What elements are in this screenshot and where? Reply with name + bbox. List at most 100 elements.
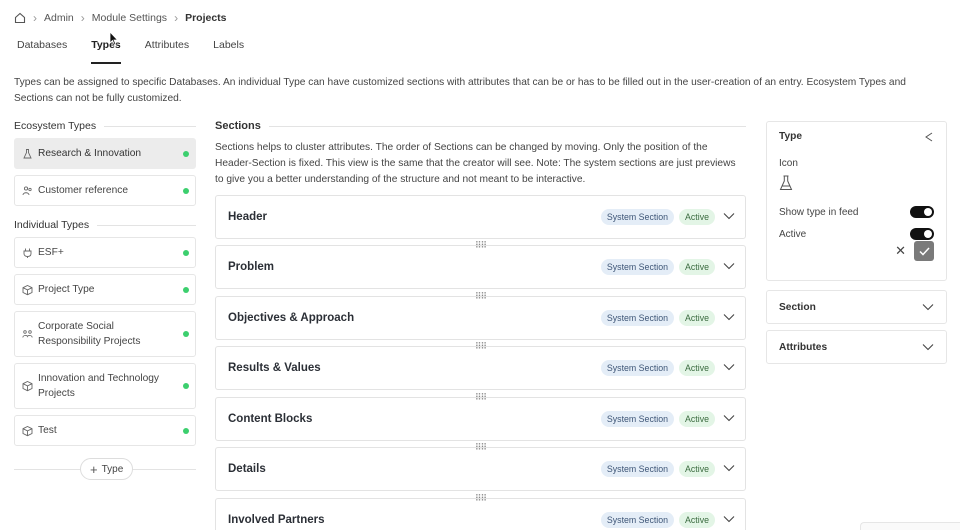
drag-handle-icon[interactable]: ⠿⠿ [475,443,487,452]
status-dot [183,286,189,293]
individual-types-header: Individual Types [14,219,196,231]
drag-handle-icon[interactable]: ⠿⠿ [475,291,487,300]
section-badges: System Section Active [600,461,715,477]
section-accordion[interactable]: Section [766,290,947,324]
status-dot [183,249,189,256]
type-item-customer-reference[interactable]: Customer reference [14,175,196,206]
section-row[interactable]: ⠿⠿ Results & Values System Section Active [215,342,746,390]
chevron-down-icon [922,344,934,351]
panel-actions: ✕ [895,241,934,261]
active-toggle[interactable] [910,228,934,240]
breadcrumb-item-module-settings[interactable]: Module Settings [92,12,167,24]
status-dot [183,383,189,389]
system-section-badge: System Section [600,410,675,427]
breadcrumb: › Admin › Module Settings › Projects [14,10,227,26]
section-name: Header [228,210,267,223]
ecosystem-types-header: Ecosystem Types [14,120,196,132]
section-row[interactable]: ⠿⠿ Details System Section Active [215,443,746,491]
active-badge: Active [679,259,715,275]
section-badges: System Section Active [600,309,715,326]
system-section-badge: System Section [600,461,675,477]
system-section-badge: System Section [600,511,675,528]
scroll-corner [860,522,960,530]
flask-icon [22,148,33,159]
section-row[interactable]: ⠿⠿ Involved Partners System Section Active [215,493,746,530]
flask-icon[interactable] [779,175,934,194]
system-section-badge: System Section [600,309,675,326]
type-item-innovation-technology[interactable]: Innovation and Technology Projects [14,363,196,409]
active-badge: Active [679,461,715,477]
chevron-down-icon[interactable] [723,362,735,374]
sections-list: Header System Section Active ⠿⠿ Problem Syste… [215,194,746,530]
active-badge: Active [679,410,715,427]
active-badge: Active [679,208,715,225]
show-in-feed-row: Show type in feed [779,206,934,218]
confirm-button[interactable] [914,241,934,261]
system-section-badge: System Section [600,208,675,225]
show-in-feed-toggle[interactable] [910,206,934,218]
breadcrumb-current: Projects [185,12,227,24]
section-name: Objectives & Approach [228,311,355,324]
type-item-research-innovation[interactable]: Research & Innovation [14,138,196,169]
drag-handle-icon[interactable]: ⠿⠿ [475,493,487,502]
sections-header: Sections [215,120,746,132]
tab-labels[interactable]: Labels [213,36,244,64]
type-settings-card: Type Icon Show type in feed Active ✕ [766,121,947,281]
system-section-badge: System Section [600,259,675,275]
chevron-right-icon: › [33,11,37,25]
home-icon[interactable] [14,12,26,24]
drag-handle-icon[interactable]: ⠿⠿ [475,392,487,401]
add-type-button[interactable]: + Type [80,458,134,480]
add-type-row: + Type [14,458,196,480]
section-row[interactable]: ⠿⠿ Objectives & Approach System Section Act… [215,291,746,340]
type-item-project-type[interactable]: Project Type [14,274,196,305]
active-row: Active [779,228,934,240]
cube-icon [22,425,33,436]
people-icon [22,185,33,196]
breadcrumb-item-admin[interactable]: Admin [44,12,74,24]
intro-text: Types can be assigned to specific Databa… [14,77,906,104]
type-item-esf[interactable]: ESF+ [14,237,196,268]
drag-handle-icon[interactable]: ⠿⠿ [475,342,487,351]
chevron-right-icon: › [174,11,179,25]
section-row[interactable]: ⠿⠿ Content Blocks System Section Active [215,392,746,441]
section-row[interactable]: ⠿⠿ Problem System Section Active [215,241,746,289]
plug-icon [22,247,33,258]
check-icon [918,246,930,256]
chevron-down-icon[interactable] [723,261,735,273]
section-row[interactable]: Header System Section Active [215,194,746,239]
chevron-down-icon[interactable] [723,312,735,324]
chevron-down-icon[interactable] [723,463,735,475]
chevron-down-icon[interactable] [723,211,735,223]
active-badge: Active [679,360,715,376]
section-badges: System Section Active [600,511,715,528]
sections-panel: Sections Sections helps to cluster attri… [215,120,746,530]
tab-databases[interactable]: Databases [17,36,67,64]
section-name: Involved Partners [228,513,325,526]
section-name: Problem [228,261,275,273]
collapse-icon[interactable] [924,131,934,145]
types-list: Ecosystem Types Research & Innovation Cu… [14,120,196,480]
section-badges: System Section Active [600,259,715,275]
section-name: Details [228,463,266,475]
sections-description: Sections helps to cluster attributes. Th… [215,142,736,185]
close-icon[interactable]: ✕ [895,243,906,259]
active-badge: Active [679,511,715,528]
mouse-cursor-icon [109,31,119,46]
cube-icon [22,284,33,295]
icon-label: Icon [779,158,798,169]
settings-panel: Type Icon Show type in feed Active ✕ Sec… [766,121,947,364]
section-badges: System Section Active [600,410,715,427]
type-item-csr-projects[interactable]: Corporate Social Responsibility Projects [14,311,196,357]
status-dot [183,150,189,157]
attributes-accordion[interactable]: Attributes [766,330,947,364]
section-badges: System Section Active [600,360,715,376]
tab-attributes[interactable]: Attributes [145,36,189,64]
status-dot [183,187,189,194]
tab-bar: Databases Types Attributes Labels [17,36,268,64]
chevron-down-icon[interactable] [723,514,735,526]
type-item-test[interactable]: Test [14,415,196,446]
section-name: Results & Values [228,362,321,374]
chevron-down-icon[interactable] [723,413,735,425]
drag-handle-icon[interactable]: ⠿⠿ [475,241,487,250]
